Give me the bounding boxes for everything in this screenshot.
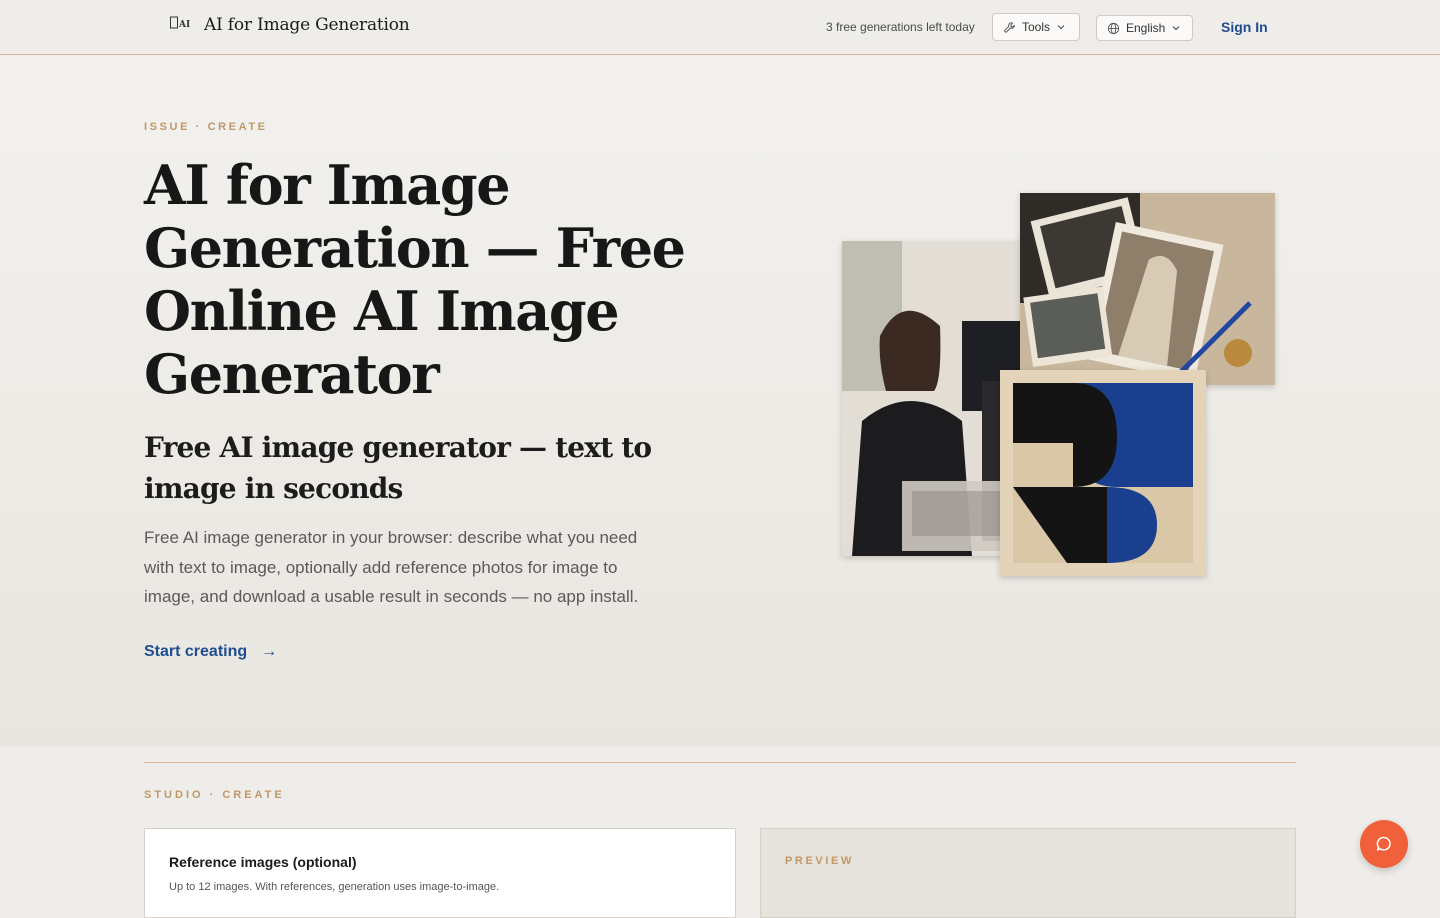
brand-link[interactable]: AI AI for Image Generation: [170, 15, 410, 35]
top-nav-bar: AI AI for Image Generation 3 free genera…: [0, 0, 1440, 55]
reference-images-panel: Reference images (optional) Up to 12 ima…: [144, 828, 736, 918]
brand-title: AI for Image Generation: [204, 15, 410, 35]
chevron-down-icon: [1172, 26, 1180, 31]
start-creating-link[interactable]: Start creating →: [144, 643, 277, 661]
preview-label: PREVIEW: [785, 855, 854, 867]
reference-images-hint: Up to 12 images. With references, genera…: [169, 881, 500, 893]
chevron-down-icon: [1057, 25, 1065, 30]
arrow-right-icon: →: [261, 643, 278, 660]
svg-text:AI: AI: [178, 20, 190, 30]
language-dropdown[interactable]: English: [1096, 15, 1193, 41]
section-divider: [144, 762, 1296, 763]
hero-description: Free AI image generator in your browser:…: [144, 528, 639, 606]
chat-bubble-icon: [1376, 836, 1391, 851]
hero-title: AI for Image Generation — Free Online AI…: [144, 153, 686, 406]
hero-subtitle: Free AI image generator — text to image …: [144, 431, 652, 505]
hero-photo-artist: [842, 241, 1022, 556]
language-label: English: [1126, 21, 1166, 35]
hero-photo-artwork: [1000, 370, 1206, 576]
hero-photo-prints: [1020, 193, 1275, 385]
globe-icon: [1107, 22, 1120, 34]
hero-eyebrow: ISSUE · CREATE: [144, 121, 268, 133]
studio-eyebrow: STUDIO · CREATE: [144, 789, 285, 801]
chat-button[interactable]: [1360, 820, 1408, 868]
reference-images-title: Reference images (optional): [169, 854, 357, 870]
preview-panel: PREVIEW: [760, 828, 1296, 918]
sign-in-link[interactable]: Sign In: [1221, 19, 1268, 35]
free-generations-counter: 3 free generations left today: [826, 20, 975, 34]
cta-label: Start creating: [144, 643, 248, 660]
tools-dropdown[interactable]: Tools: [992, 13, 1080, 41]
wrench-icon: [1004, 21, 1015, 33]
ai-logo-icon: AI: [170, 16, 190, 30]
tools-label: Tools: [1022, 20, 1051, 34]
